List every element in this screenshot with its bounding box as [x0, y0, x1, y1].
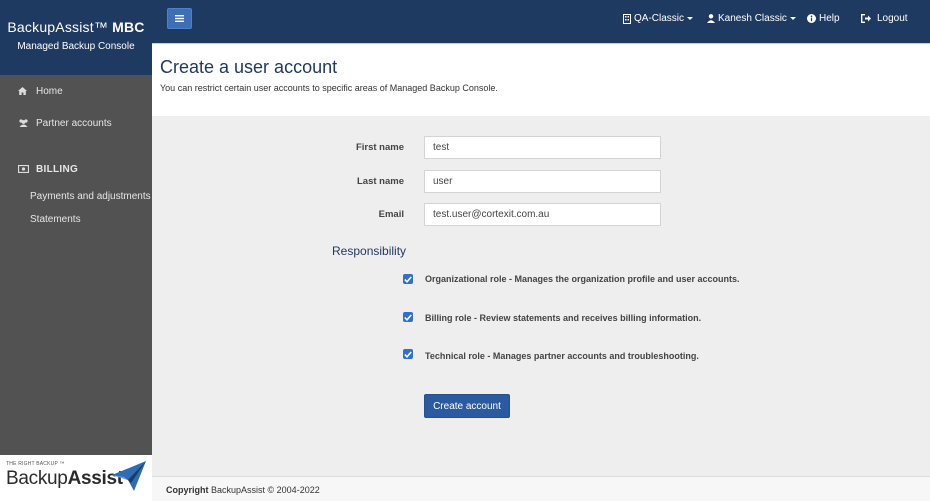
- copyright-text: BackupAssist © 2004-2022: [211, 485, 320, 495]
- caret-down-icon: [789, 17, 796, 20]
- brand-title: BackupAssist™ MBC: [0, 19, 152, 35]
- user-name: Kanesh Classic: [718, 13, 787, 24]
- brand-name: BackupAssist™: [7, 19, 109, 35]
- logo-word-light: Backup: [6, 468, 68, 489]
- logo-bird-icon: [112, 461, 146, 494]
- organizational-role-checkbox[interactable]: [403, 274, 413, 284]
- page-description: You can restrict certain user accounts t…: [160, 83, 498, 93]
- sidebar-section-label: BILLING: [36, 163, 79, 175]
- help-label: Help: [819, 13, 840, 24]
- logout-icon: [861, 14, 871, 23]
- brand-header[interactable]: BackupAssist™ MBC Managed Backup Console: [0, 0, 152, 75]
- top-navbar: QA-Classic Kanesh Classic Help Logout: [152, 0, 930, 43]
- organizational-role-label[interactable]: Organizational role - Manages the organi…: [425, 274, 740, 284]
- first-name-label: First name: [355, 142, 404, 153]
- check-icon: [404, 350, 412, 358]
- sidebar: BackupAssist™ MBC Managed Backup Console…: [0, 0, 152, 501]
- email-input[interactable]: [424, 203, 661, 226]
- brand-subtitle: Managed Backup Console: [17, 41, 135, 52]
- user-icon: [707, 14, 715, 23]
- sidebar-item-statements[interactable]: Statements: [30, 211, 81, 227]
- brand-name-bold: MBC: [112, 19, 145, 35]
- user-account-form: First name Last name Email Responsibilit…: [152, 116, 930, 476]
- sidebar-item-label: Partner accounts: [36, 117, 112, 129]
- hamburger-icon: [175, 13, 184, 25]
- responsibility-heading: Responsibility: [332, 244, 407, 258]
- user-menu-dropdown[interactable]: Kanesh Classic: [707, 13, 796, 24]
- sidebar-section-billing: BILLING: [18, 161, 78, 177]
- org-name: QA-Classic: [634, 13, 685, 24]
- last-name-label: Last name: [357, 176, 404, 187]
- email-label: Email: [378, 209, 404, 220]
- check-icon: [404, 313, 412, 321]
- sidebar-item-label: Home: [36, 85, 63, 97]
- logout-label: Logout: [877, 13, 908, 24]
- last-name-input[interactable]: [424, 170, 661, 193]
- info-icon: [807, 14, 816, 23]
- sidebar-item-payments[interactable]: Payments and adjustments: [30, 188, 151, 204]
- technical-role-checkbox[interactable]: [403, 349, 413, 359]
- page-footer: Copyright BackupAssist © 2004-2022: [152, 476, 930, 501]
- technical-role-label[interactable]: Technical role - Manages partner account…: [425, 351, 699, 361]
- org-switcher-dropdown[interactable]: QA-Classic: [623, 13, 694, 24]
- page-title: Create a user account: [160, 57, 338, 77]
- logout-link[interactable]: Logout: [861, 13, 908, 24]
- sidebar-item-partner-accounts[interactable]: Partner accounts: [18, 115, 112, 131]
- home-icon: [18, 87, 32, 95]
- billing-role-checkbox[interactable]: [403, 312, 413, 322]
- help-link[interactable]: Help: [807, 13, 840, 24]
- page-header: Create a user account You can restrict c…: [152, 43, 930, 116]
- check-icon: [404, 275, 412, 283]
- create-account-button[interactable]: Create account: [424, 394, 510, 418]
- users-icon: [18, 119, 32, 127]
- sidebar-toggle-button[interactable]: [167, 8, 192, 29]
- copyright-label: Copyright: [166, 485, 209, 495]
- billing-role-label[interactable]: Billing role - Review statements and rec…: [425, 313, 701, 323]
- money-icon: [18, 165, 32, 173]
- backupassist-logo: THE RIGHT BACKUP ™ BackupAssist: [0, 455, 152, 501]
- caret-down-icon: [687, 17, 694, 20]
- building-icon: [623, 13, 631, 24]
- sidebar-item-home[interactable]: Home: [18, 83, 63, 99]
- first-name-input[interactable]: [424, 136, 661, 159]
